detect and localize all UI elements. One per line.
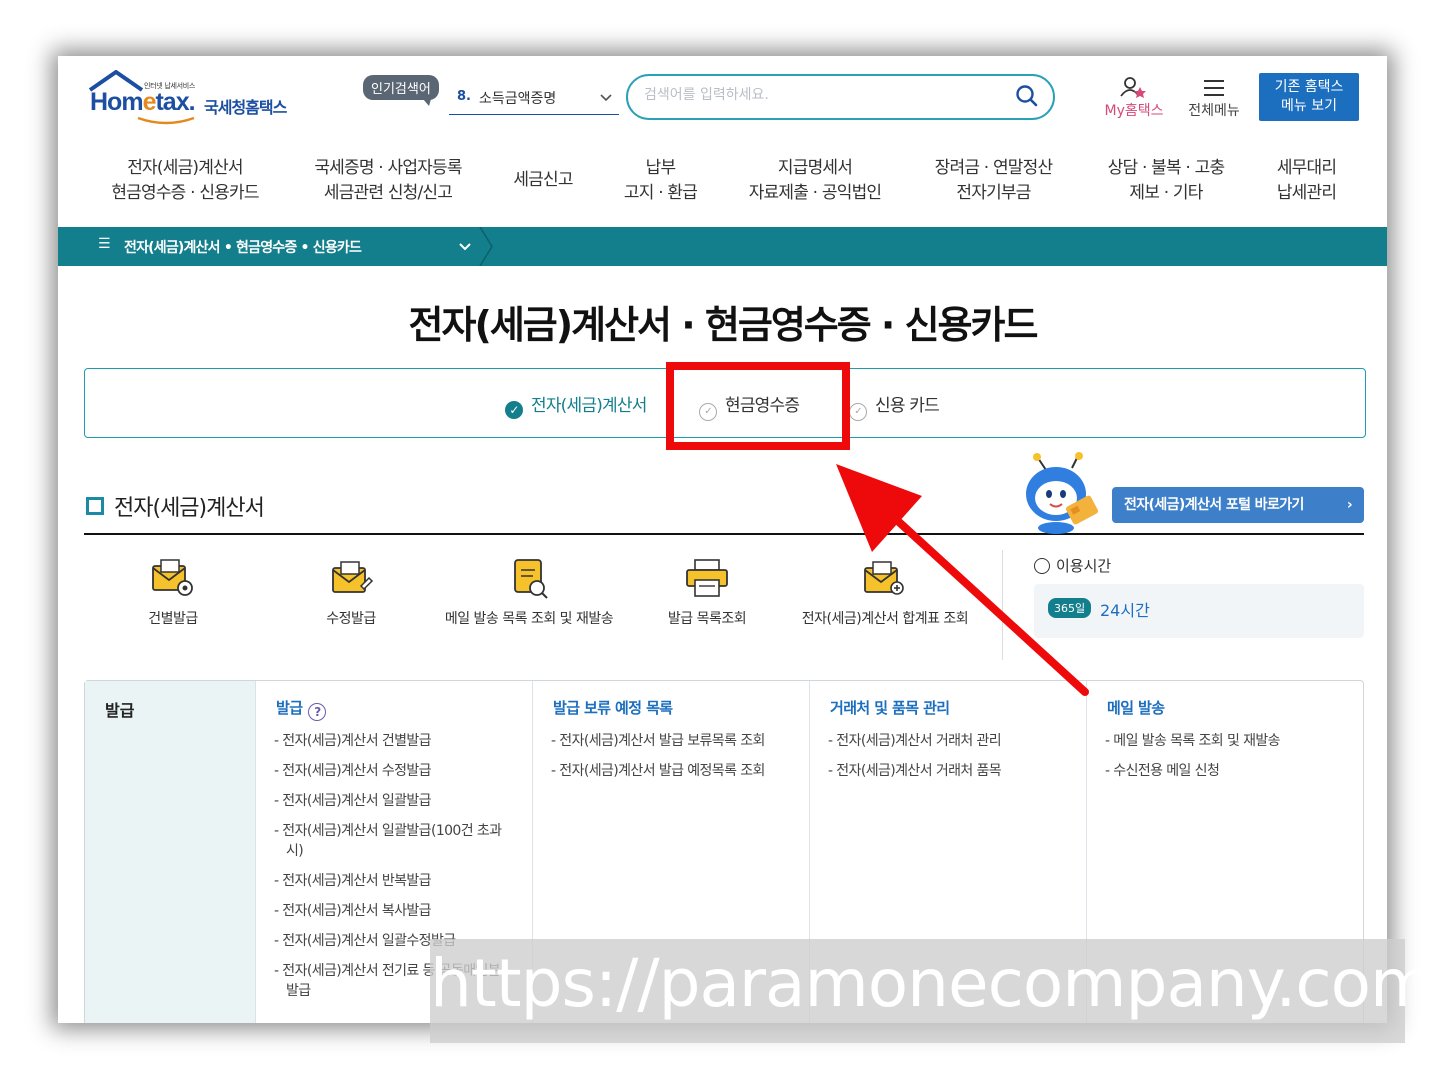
check-circle-icon: ✓ [849,403,867,421]
breadcrumb[interactable]: ☰ 전자(세금)계산서 • 현금영수증 • 신용카드 [58,227,1387,266]
quick-mail-list[interactable]: 메일 발송 목록 조회 및 재발송 [444,556,614,628]
my-hometax-label: My홈택스 [1104,103,1164,119]
tab-etax[interactable]: ✓ 전자(세금)계산서 [505,391,647,419]
gnb-item-certificate[interactable]: 국세증명 · 사업자등록 세금관련 신청/신고 [293,156,483,206]
popular-rank: 8. [457,89,471,104]
old-menu-button[interactable]: 기존 홈택스 메뉴 보기 [1259,73,1359,121]
menu-lines-icon: ☰ [98,236,111,252]
vertical-divider [1002,550,1003,660]
grid-head-label: 발급 [105,701,135,720]
clock-icon [1034,558,1050,574]
etax-portal-button[interactable]: 전자(세금)계산서 포털 바로가기 › [1112,487,1364,523]
list-item[interactable]: - 전자(세금)계산서 건별발급 [274,731,514,751]
quick-summary-table[interactable]: 전자(세금)계산서 합계표 조회 [800,556,970,628]
check-circle-icon: ✓ [505,401,523,419]
popular-search-select[interactable]: 8. 소득금액증명 [449,82,619,115]
list-item[interactable]: - 메일 발송 목록 조회 및 재발송 [1105,731,1345,751]
gnb-item-consult[interactable]: 상담 · 불복 · 고충 제보 · 기타 [1086,156,1246,206]
list-item[interactable]: - 수신전용 메일 신청 [1105,761,1345,781]
browser-frame: 인터넷 납세서비스 Hometax. 국세청홈택스 인기검색어 8. 소득금액증… [58,56,1387,1023]
breadcrumb-separator [479,227,493,266]
list-item[interactable]: - 전자(세금)계산서 거래처 품목 [828,761,1068,781]
usage-badge: 365일 [1048,598,1092,618]
quick-issue-modify[interactable]: 수정발급 [266,556,436,628]
list-item[interactable]: - 전자(세금)계산서 수정발급 [274,761,514,781]
gnb-item-incentive[interactable]: 장려금 · 연말정산 전자기부금 [911,156,1076,206]
list-item[interactable]: - 전자(세금)계산서 복사발급 [274,901,514,921]
all-menu-button[interactable]: 전체메뉴 [1178,76,1250,126]
list-item[interactable]: - 전자(세금)계산서 일괄발급(100건 초과 시) [274,821,514,861]
envelope-plus-icon [864,561,904,595]
highlight-box [666,362,850,450]
chevron-down-icon [600,94,612,102]
usage-time-title: 이용시간 [1034,555,1111,576]
scroll-search-icon [514,559,548,599]
logo-korean: 국세청홈택스 [204,98,287,117]
hometax-logo[interactable]: 인터넷 납세서비스 Hometax. 국세청홈택스 [86,70,306,130]
list-item[interactable]: - 전자(세금)계산서 발급 보류목록 조회 [551,731,791,751]
section-divider [84,533,1364,535]
my-hometax-button[interactable]: My홈택스 [1098,76,1170,126]
envelope-gear-icon [152,559,193,596]
gnb-item-agent[interactable]: 세무대리 납세관리 [1254,156,1359,206]
list-item[interactable]: - 전자(세금)계산서 거래처 관리 [828,731,1068,751]
old-menu-line2: 메뉴 보기 [1281,98,1337,114]
chevron-down-icon [459,243,471,251]
list-item[interactable]: - 전자(세금)계산서 반복발급 [274,871,514,891]
quick-issue-list[interactable]: 발급 목록조회 [622,556,792,628]
watermark-text: https://paramonecompany.com [430,945,1434,1022]
list-item[interactable]: - 전자(세금)계산서 발급 예정목록 조회 [551,761,791,781]
usage-value: 24시간 [1100,601,1150,620]
chevron-right-icon: › [1346,497,1353,513]
logo-wordmark: Hometax. [90,88,196,116]
square-bullet-icon [86,497,104,515]
search-input[interactable] [644,87,984,103]
page-title: 전자(세금)계산서 · 현금영수증 · 신용카드 [408,303,1039,347]
hamburger-icon [1204,80,1224,96]
search-box[interactable] [626,74,1055,120]
breadcrumb-label: 전자(세금)계산서 • 현금영수증 • 신용카드 [124,240,362,256]
grid-head: 발급 [85,681,255,1023]
quick-issue-single[interactable]: 건별발급 [88,556,258,628]
user-star-icon [1120,77,1146,98]
popular-term: 소득금액증명 [479,91,557,107]
logo-swoosh-icon [137,116,195,125]
col-title-issue[interactable]: 발급? [276,697,327,721]
gnb-item-statements[interactable]: 지급명세서 자료제출 · 공익법인 [730,156,900,206]
help-icon[interactable]: ? [308,703,327,721]
usage-time-box: 365일 24시간 [1034,584,1364,638]
gnb-item-etax[interactable]: 전자(세금)계산서 현금영수증 · 신용카드 [90,156,280,206]
section-title: 전자(세금)계산서 [86,490,265,522]
old-menu-line1: 기존 홈택스 [1274,79,1344,95]
gnb-item-payment[interactable]: 납부 고지 · 환급 [603,156,718,206]
printer-icon [686,559,728,597]
gnb-item-tax-return[interactable]: 세금신고 [488,168,598,193]
all-menu-label: 전체메뉴 [1188,103,1240,119]
popular-search-badge: 인기검색어 [363,75,439,106]
mascot-icon [1026,452,1098,534]
col-title-partner[interactable]: 거래처 및 품목 관리 [830,697,950,718]
envelope-edit-icon [332,561,374,593]
list-item[interactable]: - 전자(세금)계산서 일괄발급 [274,791,514,811]
tab-credit-card[interactable]: ✓ 신용 카드 [849,391,940,421]
search-icon[interactable] [1015,84,1039,108]
watermark: https://paramonecompany.com [430,939,1434,1043]
global-nav: 전자(세금)계산서 현금영수증 · 신용카드 국세증명 · 사업자등록 세금관련 신… [58,156,1387,226]
col-title-pending[interactable]: 발급 보류 예정 목록 [553,697,673,718]
col-title-mail[interactable]: 메일 발송 [1107,697,1165,718]
